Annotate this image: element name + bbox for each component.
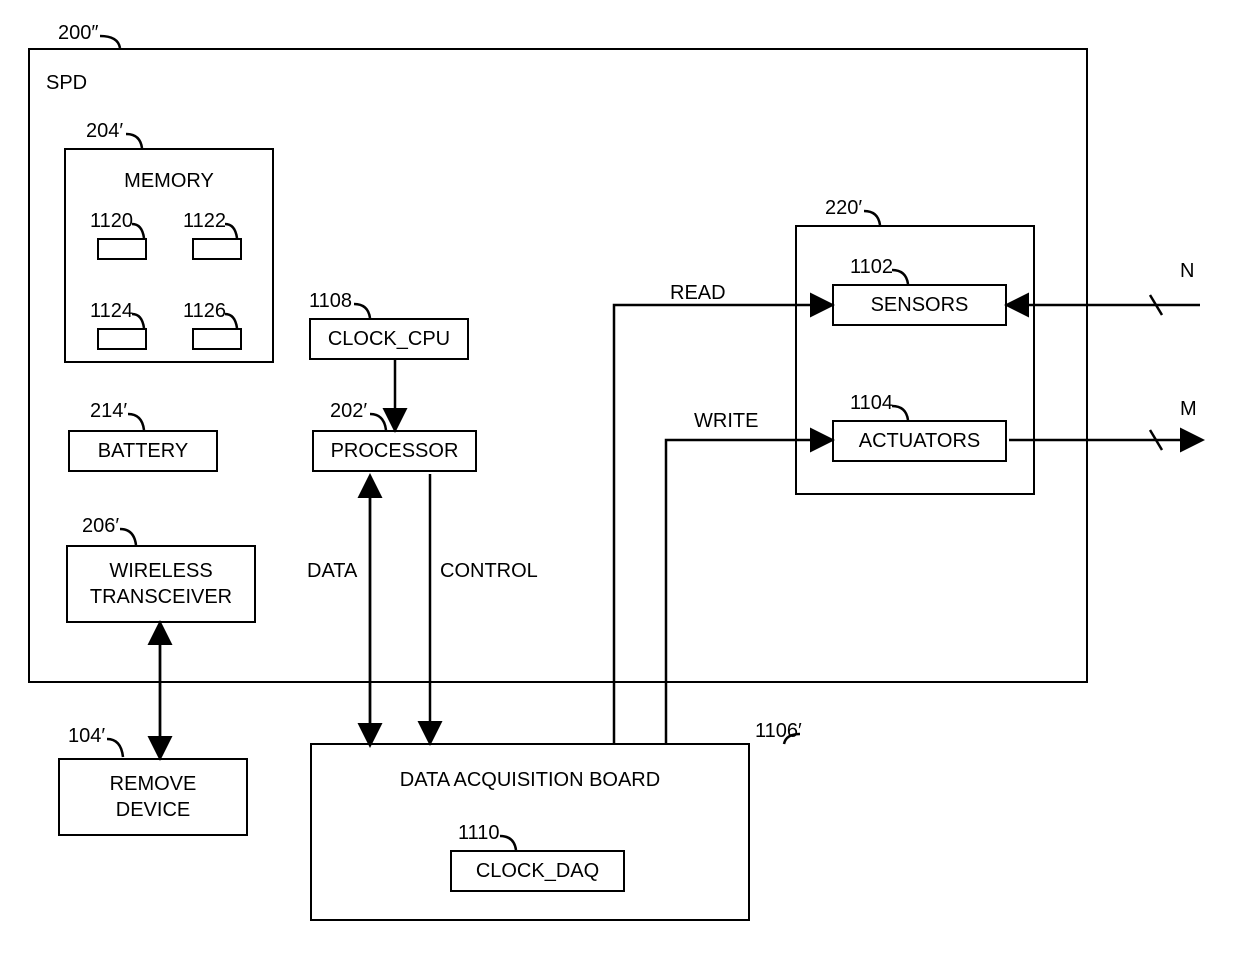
sensors-box: SENSORS bbox=[832, 284, 1007, 326]
data-label: DATA bbox=[307, 560, 357, 583]
clock-daq-box: CLOCK_DAQ bbox=[450, 850, 625, 892]
processor-label: PROCESSOR bbox=[331, 438, 459, 464]
actuators-label: ACTUATORS bbox=[859, 428, 981, 454]
memory-box: MEMORY bbox=[64, 148, 274, 363]
clock-cpu-label: CLOCK_CPU bbox=[328, 326, 450, 352]
sensors-label: SENSORS bbox=[871, 292, 969, 318]
remove-device-label: REMOVE DEVICE bbox=[110, 771, 197, 823]
spd-label: SPD bbox=[46, 72, 87, 95]
ref-1104: 1104 bbox=[850, 392, 893, 415]
n-label: N bbox=[1180, 260, 1194, 283]
m-label: M bbox=[1180, 398, 1197, 421]
ref-202: 202′ bbox=[330, 400, 367, 423]
write-label: WRITE bbox=[694, 410, 758, 433]
mem-box-1126 bbox=[192, 328, 242, 350]
read-label: READ bbox=[670, 282, 726, 305]
control-label: CONTROL bbox=[440, 560, 538, 583]
ref-1124: 1124 bbox=[90, 300, 133, 323]
ref-1120: 1120 bbox=[90, 210, 133, 233]
ref-220: 220′ bbox=[825, 197, 862, 220]
daq-box: DATA ACQUISITION BOARD bbox=[310, 743, 750, 921]
mem-box-1120 bbox=[97, 238, 147, 260]
ref-1110: 1110 bbox=[458, 822, 500, 845]
remove-device-box: REMOVE DEVICE bbox=[58, 758, 248, 836]
ref-1122: 1122 bbox=[183, 210, 226, 233]
ref-1106: 1106′ bbox=[755, 720, 802, 743]
processor-box: PROCESSOR bbox=[312, 430, 477, 472]
memory-label: MEMORY bbox=[124, 168, 214, 194]
ref-206: 206′ bbox=[82, 515, 119, 538]
daq-label: DATA ACQUISITION BOARD bbox=[400, 767, 660, 793]
wireless-label: WIRELESS TRANSCEIVER bbox=[90, 558, 232, 610]
battery-box: BATTERY bbox=[68, 430, 218, 472]
wireless-transceiver-box: WIRELESS TRANSCEIVER bbox=[66, 545, 256, 623]
battery-label: BATTERY bbox=[98, 438, 188, 464]
clock-cpu-box: CLOCK_CPU bbox=[309, 318, 469, 360]
ref-1126: 1126 bbox=[183, 300, 226, 323]
ref-200: 200″ bbox=[58, 22, 98, 45]
mem-box-1124 bbox=[97, 328, 147, 350]
ref-1102: 1102 bbox=[850, 256, 893, 279]
actuators-box: ACTUATORS bbox=[832, 420, 1007, 462]
mem-box-1122 bbox=[192, 238, 242, 260]
ref-104: 104′ bbox=[68, 725, 105, 748]
ref-214: 214′ bbox=[90, 400, 127, 423]
clock-daq-label: CLOCK_DAQ bbox=[476, 858, 599, 884]
ref-204: 204′ bbox=[86, 120, 123, 143]
ref-1108: 1108 bbox=[309, 290, 352, 313]
